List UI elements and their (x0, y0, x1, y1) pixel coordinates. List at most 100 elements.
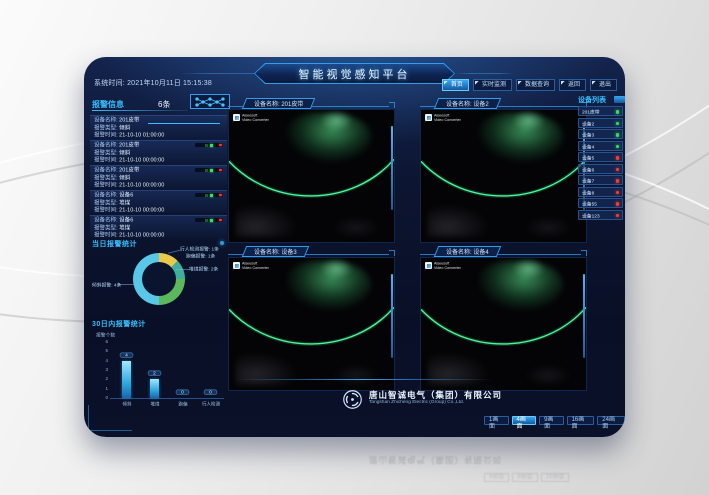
video-panel-4: 设备名称: 设备4 AiseesoftVideo Converter (420, 245, 587, 257)
donut-leader-line (176, 269, 190, 270)
device-status-dot (616, 110, 620, 114)
alarm-device-value: 201皮带 (119, 143, 139, 149)
device-list-item[interactable]: 设备7 (578, 175, 623, 185)
video-device-name: 设备名称: 设备2 (446, 99, 489, 108)
video-feed[interactable]: AiseesoftVideo Converter (228, 257, 395, 391)
today-alarm-donut-chart (133, 253, 185, 305)
alarm-card[interactable]: 设备名称: 201皮带 报警类型: 倾斜 报警时间: 21-10-10 00:0… (90, 140, 227, 163)
top-nav: 首页 实时监测 数据查询 返回 退出 (442, 79, 617, 91)
alarm-card[interactable]: 设备名称: 201皮带 报警类型: 倾斜 报警时间: 21-10-10 01:0… (90, 115, 227, 138)
video-feed[interactable]: AiseesoftVideo Converter (420, 257, 587, 391)
nav-home-button[interactable]: 首页 (442, 79, 469, 91)
device-status-dot (616, 202, 620, 206)
topology-icon[interactable] (190, 94, 230, 109)
view-switcher: 1画面 4画面 9画面 16画面 24画面 (484, 416, 625, 425)
device-status-dot (616, 168, 620, 172)
donut-label-coal-pile: 堆煤报警: 2条 (189, 265, 218, 272)
video-device-name: 设备名称: 设备3 (254, 247, 297, 256)
video-feed[interactable]: AiseesoftVideo Converter (228, 109, 395, 243)
footer: 唐山智诚电气（集团）有限公司 Tangshan Zhicheng Electri… (84, 379, 625, 437)
video-panel-header: 设备名称: 设备2 (420, 97, 587, 109)
device-list-panel: 设备列表 201皮带设备2 设备3 设备4 设备5 设备6设备7 设备8 设备55 设备123 (578, 95, 623, 221)
device-list-item[interactable]: 设备123 (578, 210, 623, 220)
alarm-time-value: 21-10-10 00:00:00 (119, 233, 164, 239)
watermark: AiseesoftVideo Converter (425, 262, 477, 276)
device-name: 设备123 (582, 212, 600, 219)
bar-value-label: 4 (120, 352, 134, 358)
laser-line (229, 258, 394, 390)
alarm-card[interactable]: 设备名称: 设备6 报警类型: 堆煤 报警时间: 21-10-10 00:00:… (90, 190, 227, 213)
alarm-panel-header: 报警信息 6条 (92, 97, 226, 113)
device-list-tab-button[interactable] (614, 96, 625, 103)
alarm-time-label: 报警时间: (94, 183, 118, 189)
device-status-dot (616, 145, 620, 149)
nav-back-button[interactable]: 返回 (559, 79, 586, 91)
device-status-dot (616, 214, 620, 218)
alarm-time-value: 21-10-10 00:00:00 (119, 208, 164, 214)
laser-line (421, 110, 586, 242)
device-list-item[interactable]: 设备6 (578, 164, 623, 174)
device-list-header: 设备列表 (578, 95, 623, 106)
device-list-item[interactable]: 设备55 (578, 198, 623, 208)
alarm-type-label: 报警类型: (94, 151, 118, 157)
video-panel-3: 设备名称: 设备3 AiseesoftVideo Converter (228, 245, 395, 257)
bar-chart-ylabel: 报警个数 (96, 331, 115, 338)
view-4-button[interactable]: 4画面 (512, 416, 537, 425)
device-list-item[interactable]: 设备5 (578, 152, 623, 162)
alarm-type-value: 倾斜 (119, 126, 130, 132)
view-24-button[interactable]: 24画面 (597, 416, 625, 425)
alarm-type-label: 报警类型: (94, 201, 118, 207)
laser-line (421, 258, 586, 390)
video-scrollbar[interactable] (391, 274, 393, 358)
watermark-icon (425, 262, 432, 269)
view-9-button[interactable]: 9画面 (539, 416, 564, 425)
device-name: 设备5 (582, 154, 594, 161)
company-logo-icon (342, 389, 363, 410)
device-list-title: 设备列表 (578, 95, 606, 105)
alarm-type-value: 倾斜 (119, 151, 130, 157)
watermark: AiseesoftVideo Converter (425, 114, 477, 128)
video-panel-header: 设备名称: 设备3 (228, 245, 395, 257)
nav-dataquery-button[interactable]: 数据查询 (516, 79, 555, 91)
alarm-device-label: 设备名称: (94, 193, 118, 199)
watermark-icon (233, 114, 240, 121)
alarm-type-value: 堆煤 (119, 201, 130, 207)
panel-reflection: 唐山智诚电气（集团）有限公司 4画面 9画面 16画面 (84, 440, 625, 486)
nav-realtime-button[interactable]: 实时监测 (473, 79, 512, 91)
device-status-dot (616, 122, 620, 126)
video-scrollbar[interactable] (583, 274, 585, 358)
alarm-device-label: 设备名称: (94, 168, 118, 174)
alarm-card[interactable]: 设备名称: 设备6 报警类型: 堆煤 报警时间: 21-10-10 00:00:… (90, 215, 227, 238)
alarm-device-value: 201皮带 (119, 168, 139, 174)
alarm-card[interactable]: 设备名称: 201皮带 报警类型: 倾斜 报警时间: 21-10-10 00:0… (90, 165, 227, 188)
y-tick-label: 3 (102, 368, 108, 373)
donut-label-deviation: 跑偏报警: 1条 (186, 252, 215, 259)
header-deco-line (456, 73, 514, 74)
device-list-item[interactable]: 设备8 (578, 187, 623, 197)
alarm-time-label: 报警时间: (94, 233, 118, 239)
view-16-button[interactable]: 16画面 (567, 416, 595, 425)
device-list-item[interactable]: 设备3 (578, 129, 623, 139)
deco-dot (220, 241, 224, 245)
alarm-list: 设备名称: 201皮带 报警类型: 倾斜 报警时间: 21-10-10 01:0… (90, 115, 227, 240)
alarm-type-label: 报警类型: (94, 176, 118, 182)
alarm-time-value: 21-10-10 01:00:00 (119, 133, 164, 139)
view-1-button[interactable]: 1画面 (484, 416, 509, 425)
alarm-device-value: 201皮带 (119, 118, 139, 124)
device-name: 设备2 (582, 120, 594, 127)
device-list-item[interactable]: 设备2 (578, 118, 623, 128)
device-name: 设备8 (582, 189, 594, 196)
video-panel-header: 设备名称: 201皮带 (228, 97, 395, 109)
device-status-dot (616, 191, 620, 195)
device-name: 设备55 (582, 200, 597, 207)
device-name: 设备4 (582, 143, 594, 150)
device-list-item[interactable]: 设备4 (578, 141, 623, 151)
device-status-dot (616, 179, 620, 183)
marketing-background: 系统时间: 2021年10月11日 15:15:38 智能视觉感知平台 首页 实… (0, 0, 709, 495)
video-scrollbar[interactable] (391, 126, 393, 210)
video-feed[interactable]: AiseesoftVideo Converter (420, 109, 587, 243)
alarm-time-label: 报警时间: (94, 158, 118, 164)
device-list-item[interactable]: 201皮带 (578, 106, 623, 116)
nav-exit-button[interactable]: 退出 (590, 79, 617, 91)
device-name: 设备3 (582, 131, 594, 138)
